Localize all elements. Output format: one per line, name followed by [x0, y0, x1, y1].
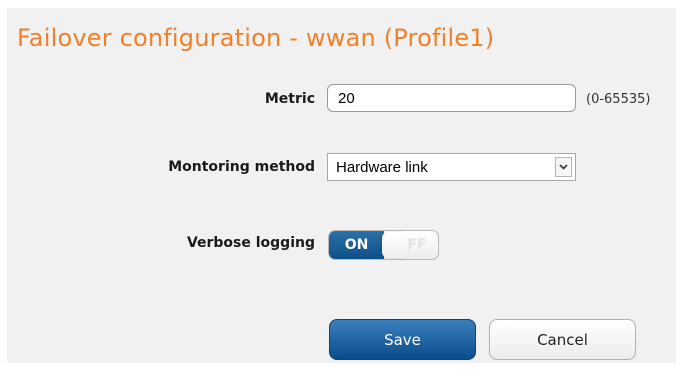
monitoring-method-select[interactable]: Hardware link [327, 153, 576, 181]
verbose-logging-toggle[interactable]: ON OFF [328, 230, 439, 260]
metric-label: Metric [264, 91, 315, 107]
monitoring-method-value: Hardware link [336, 159, 428, 176]
metric-range-hint: (0-65535) [586, 92, 651, 107]
chevron-down-icon[interactable] [555, 157, 572, 177]
config-panel [7, 8, 676, 363]
monitoring-method-label: Montoring method [168, 159, 315, 175]
toggle-knob[interactable] [382, 232, 408, 258]
save-button[interactable]: Save [329, 319, 476, 360]
page-title: Failover configuration - wwan (Profile1) [17, 24, 495, 52]
metric-input[interactable] [327, 84, 576, 112]
cancel-button[interactable]: Cancel [489, 319, 636, 360]
verbose-logging-label: Verbose logging [186, 235, 315, 251]
toggle-on-label: ON [329, 231, 384, 259]
